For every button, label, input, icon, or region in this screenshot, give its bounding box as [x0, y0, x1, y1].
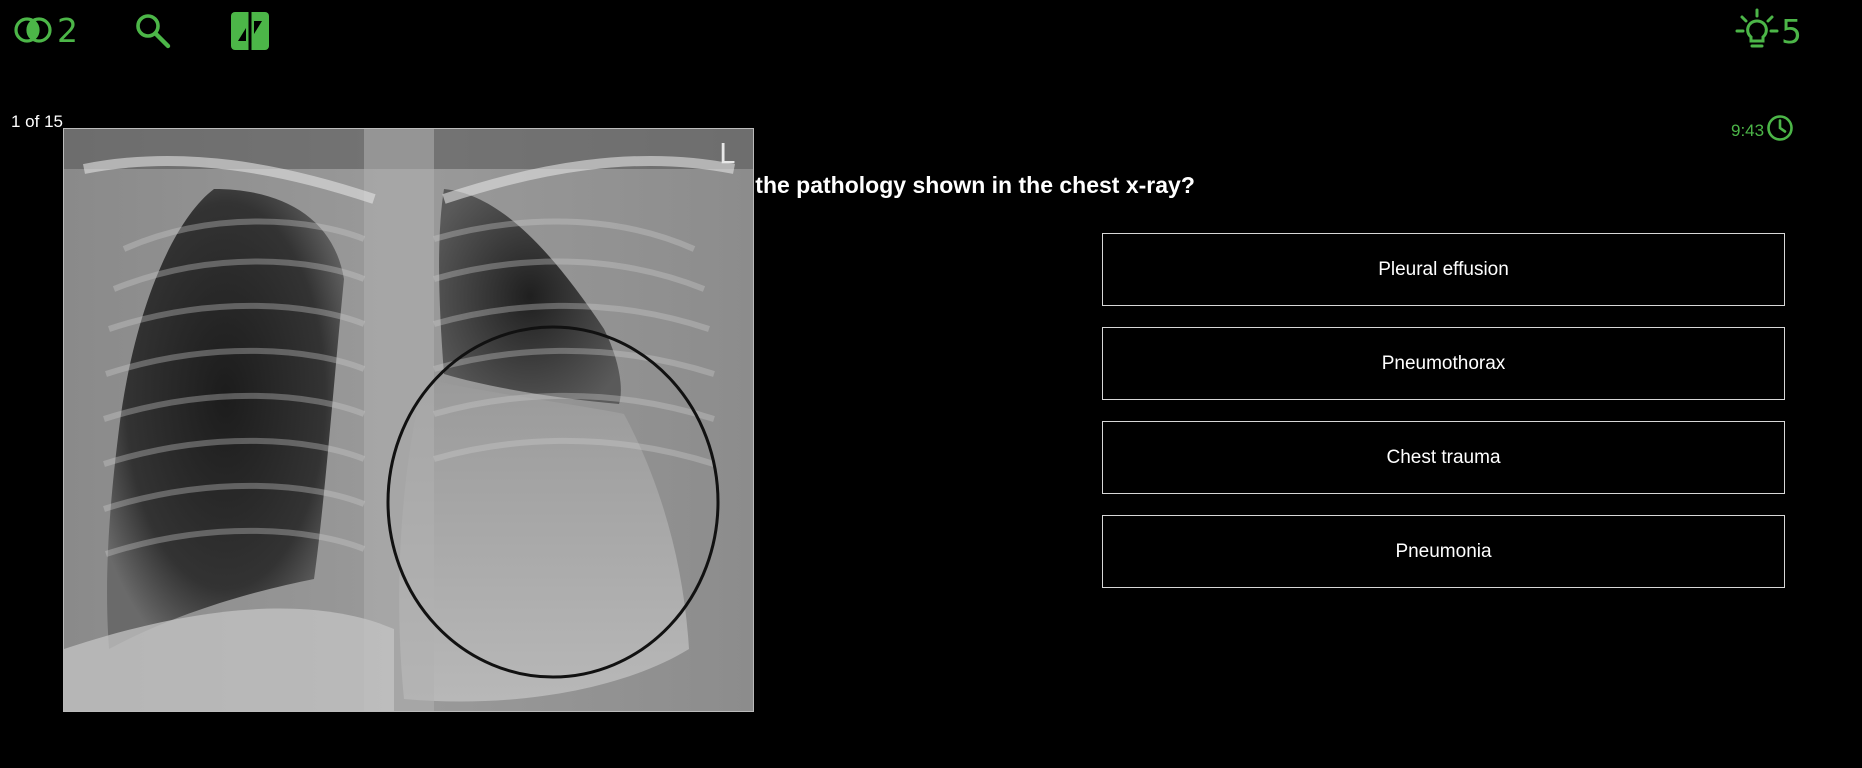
timer: 9:43 [1731, 114, 1794, 147]
swap-question-icon [229, 8, 271, 54]
fifty-fifty-count: 2 [57, 10, 78, 50]
swap-question-button[interactable] [229, 8, 271, 54]
hints-button[interactable]: 5 [1735, 8, 1802, 54]
answer-option-pleural-effusion[interactable]: Pleural effusion [1102, 233, 1785, 306]
answer-option-pneumonia[interactable]: Pneumonia [1102, 515, 1785, 588]
clock-icon [1766, 114, 1794, 147]
search-button[interactable] [132, 10, 172, 50]
search-icon [132, 10, 172, 50]
answer-options: Pleural effusion Pneumothorax Chest trau… [1102, 233, 1785, 609]
xray-side-marker: L [719, 137, 735, 170]
answer-option-chest-trauma[interactable]: Chest trauma [1102, 421, 1785, 494]
timer-value: 9:43 [1731, 120, 1765, 140]
fifty-fifty-button[interactable]: 2 [13, 12, 78, 48]
fifty-fifty-icon [13, 12, 53, 48]
quiz-screen: 2 5 1 of 15 9:43 What is the pathology s… [0, 0, 1862, 768]
answer-option-pneumothorax[interactable]: Pneumothorax [1102, 327, 1785, 400]
question-progress: 1 of 15 [11, 112, 63, 131]
chest-xray-image[interactable]: L [63, 128, 754, 712]
lightbulb-icon [1735, 8, 1779, 54]
hints-count: 5 [1781, 11, 1802, 51]
